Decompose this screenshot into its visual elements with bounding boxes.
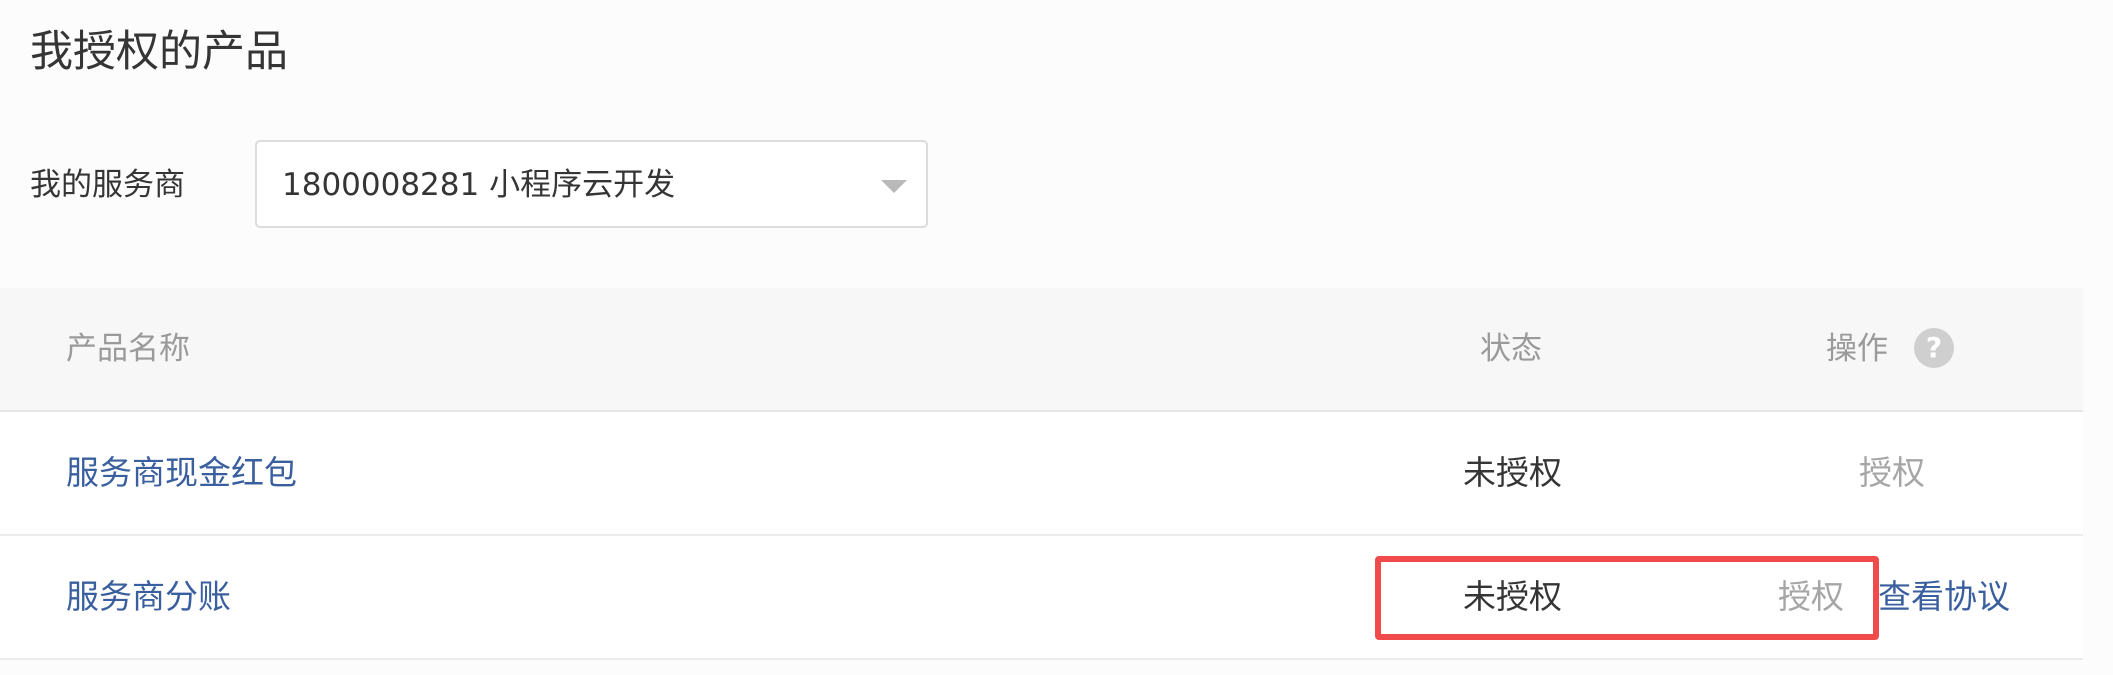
provider-select[interactable]: 1800008281 小程序云开发 bbox=[255, 140, 928, 228]
authorized-products-page: 我授权的产品 我的服务商 1800008281 小程序云开发 产品名称 状态 操… bbox=[0, 0, 2113, 675]
column-header-product-name: 产品名称 bbox=[66, 331, 190, 367]
products-table: 产品名称 状态 操作 ? 服务商现金红包 未授权 授权 服务商分账 未授权 授权… bbox=[0, 288, 2083, 660]
product-name-link[interactable]: 服务商分账 bbox=[66, 574, 231, 620]
column-header-status: 状态 bbox=[1480, 331, 1542, 367]
provider-label: 我的服务商 bbox=[30, 167, 185, 203]
table-row: 服务商分账 未授权 授权 查看协议 bbox=[0, 536, 2083, 660]
table-row: 服务商现金红包 未授权 授权 bbox=[0, 412, 2083, 536]
table-header: 产品名称 状态 操作 ? bbox=[0, 288, 2083, 412]
column-header-operations: 操作 bbox=[1826, 331, 1888, 367]
product-name-link[interactable]: 服务商现金红包 bbox=[66, 450, 297, 496]
authorize-link[interactable]: 授权 bbox=[1859, 450, 1925, 496]
status-text: 未授权 bbox=[1463, 453, 1562, 492]
provider-select-value: 1800008281 小程序云开发 bbox=[282, 167, 676, 203]
authorize-link[interactable]: 授权 bbox=[1778, 574, 1844, 620]
chevron-down-icon bbox=[881, 180, 907, 193]
view-agreement-link[interactable]: 查看协议 bbox=[1878, 574, 2010, 620]
question-circle-icon[interactable]: ? bbox=[1914, 328, 1954, 368]
page-title: 我授权的产品 bbox=[30, 27, 288, 77]
status-text: 未授权 bbox=[1463, 577, 1562, 616]
